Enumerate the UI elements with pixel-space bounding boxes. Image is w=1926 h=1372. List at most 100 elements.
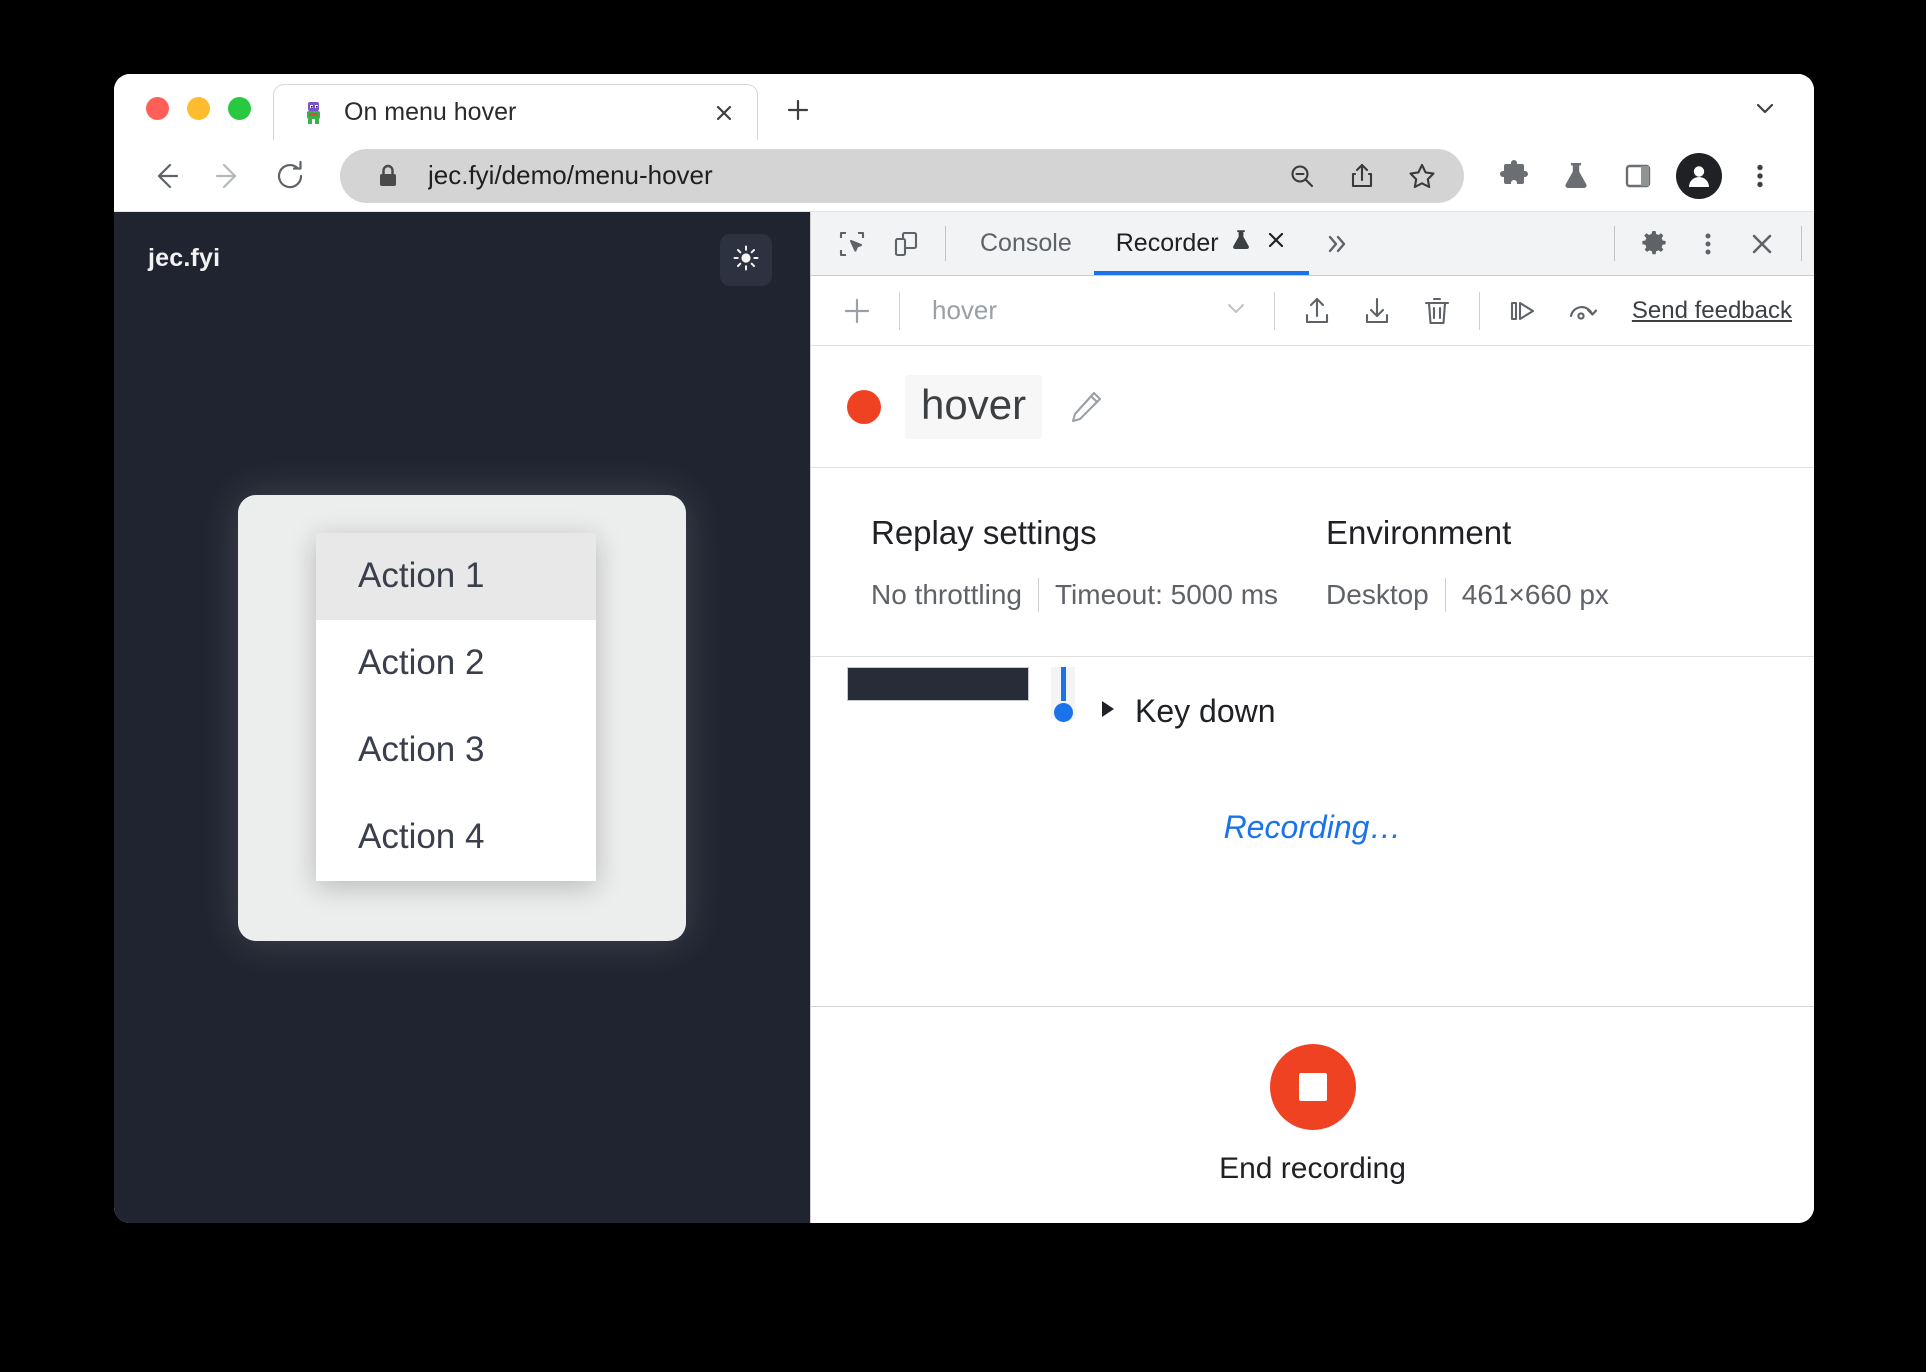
menu-item[interactable]: Action 1 bbox=[316, 532, 596, 620]
tab-title: On menu hover bbox=[344, 98, 517, 126]
devtools-tab-bar-actions bbox=[1602, 212, 1814, 275]
zoom-window-button[interactable] bbox=[228, 97, 251, 120]
inspect-cursor-icon[interactable] bbox=[825, 212, 879, 275]
chevron-double-right-icon[interactable] bbox=[1309, 212, 1363, 275]
caret-right-icon[interactable] bbox=[1099, 699, 1117, 725]
tab-close-button[interactable] bbox=[709, 98, 739, 128]
divider bbox=[1614, 226, 1615, 261]
hover-card[interactable]: Hover me! Action 1 Action 2 Action 3 Act… bbox=[238, 494, 686, 941]
step-label-row[interactable]: Key down bbox=[1099, 693, 1276, 730]
three-dot-menu-icon[interactable] bbox=[1732, 148, 1788, 204]
recording-select-label: hover bbox=[932, 295, 998, 325]
step-replay-icon[interactable] bbox=[1494, 294, 1550, 328]
menu-item-label: Action 4 bbox=[358, 817, 485, 856]
flask-icon[interactable] bbox=[1548, 148, 1604, 204]
tab-recorder[interactable]: Recorder bbox=[1093, 212, 1309, 275]
avatar[interactable] bbox=[1676, 152, 1722, 199]
flask-icon bbox=[1229, 228, 1253, 259]
new-tab-button[interactable] bbox=[772, 84, 824, 136]
page-content: Hover me! Action 1 Action 2 Action 3 Act… bbox=[114, 494, 810, 941]
device-value: Desktop bbox=[1326, 579, 1429, 610]
zoom-out-icon[interactable] bbox=[1282, 156, 1322, 196]
web-page: jec.fyi Hover me! Action 1 bbox=[114, 212, 810, 1223]
step-item[interactable]: Key down bbox=[1039, 667, 1276, 741]
download-icon[interactable] bbox=[1349, 294, 1405, 328]
timeout-value[interactable]: Timeout: 5000 ms bbox=[1055, 579, 1278, 611]
browser-window: On menu hover jec.fyi/demo/menu-hover je… bbox=[114, 74, 1814, 1223]
device-toolbar-icon[interactable] bbox=[879, 212, 933, 275]
pencil-icon[interactable] bbox=[1066, 387, 1106, 427]
window-controls bbox=[114, 97, 273, 140]
close-icon[interactable] bbox=[1735, 212, 1789, 275]
hover-menu: Action 1 Action 2 Action 3 Action 4 bbox=[316, 532, 596, 881]
dino-favicon bbox=[300, 100, 326, 126]
end-recording-label: End recording bbox=[1219, 1152, 1406, 1185]
divider bbox=[1478, 291, 1480, 330]
environment-section: Environment Desktop 461×660 px bbox=[1278, 514, 1609, 612]
step-title: Key down bbox=[1135, 693, 1276, 729]
replay-settings-heading: Replay settings bbox=[871, 514, 1097, 551]
recorder-steps: Key down Recording… bbox=[811, 657, 1814, 1007]
throttling-value[interactable]: No throttling bbox=[871, 579, 1022, 611]
divider bbox=[1037, 578, 1039, 612]
browser-tab[interactable]: On menu hover bbox=[273, 84, 758, 140]
divider bbox=[1444, 578, 1446, 612]
recorder-settings: Replay settings No throttling Timeout: 5… bbox=[811, 468, 1814, 657]
tab-close-button[interactable] bbox=[1265, 229, 1287, 258]
browser-toolbar: jec.fyi/demo/menu-hover bbox=[114, 140, 1814, 212]
menu-item[interactable]: Action 2 bbox=[316, 620, 596, 707]
three-dot-menu-icon[interactable] bbox=[1681, 212, 1735, 275]
viewport-split: jec.fyi Hover me! Action 1 bbox=[114, 212, 1814, 1223]
lock-icon bbox=[368, 156, 408, 196]
star-icon[interactable] bbox=[1402, 156, 1442, 196]
environment-heading: Environment bbox=[1326, 514, 1512, 551]
stop-square-icon bbox=[1298, 1073, 1327, 1101]
menu-item-label: Action 1 bbox=[358, 556, 485, 595]
back-arrow-icon[interactable] bbox=[138, 148, 194, 204]
plus-icon[interactable] bbox=[829, 294, 885, 328]
environment-values: Desktop 461×660 px bbox=[1326, 578, 1609, 612]
replay-speed-icon[interactable] bbox=[1554, 294, 1610, 328]
tab-label: Recorder bbox=[1115, 229, 1219, 257]
divider bbox=[1273, 291, 1275, 330]
divider bbox=[899, 291, 900, 330]
close-window-button[interactable] bbox=[146, 97, 169, 120]
recording-title-row: hover bbox=[811, 346, 1814, 468]
tab-console[interactable]: Console bbox=[958, 212, 1094, 275]
menu-item[interactable]: Action 3 bbox=[316, 707, 596, 794]
share-icon[interactable] bbox=[1342, 156, 1382, 196]
recording-status: Recording… bbox=[1223, 809, 1402, 845]
menu-item-label: Action 3 bbox=[358, 730, 485, 769]
step-timeline bbox=[1039, 667, 1087, 741]
reload-icon[interactable] bbox=[262, 148, 318, 204]
site-brand: jec.fyi bbox=[148, 244, 221, 272]
tab-search-button[interactable] bbox=[1750, 93, 1814, 140]
screenshot-thumbnail bbox=[847, 667, 1029, 701]
devtools-tab-bar: Console Recorder bbox=[811, 212, 1814, 276]
stop-recording-button[interactable] bbox=[1269, 1044, 1356, 1130]
theme-toggle-button[interactable] bbox=[720, 234, 772, 286]
upload-icon[interactable] bbox=[1289, 294, 1345, 328]
viewport-value: 461×660 px bbox=[1461, 579, 1609, 610]
menu-item[interactable]: Action 4 bbox=[316, 794, 596, 881]
puzzle-icon[interactable] bbox=[1486, 148, 1542, 204]
address-bar[interactable]: jec.fyi/demo/menu-hover bbox=[340, 148, 1464, 203]
chevron-down-icon bbox=[1222, 294, 1250, 327]
replay-settings-section: Replay settings No throttling Timeout: 5… bbox=[811, 514, 1278, 612]
sun-icon bbox=[732, 244, 760, 277]
devtools-panel: Console Recorder hover Send feedback hov… bbox=[810, 212, 1814, 1223]
minimize-window-button[interactable] bbox=[187, 97, 210, 120]
gear-icon[interactable] bbox=[1627, 212, 1681, 275]
recording-name[interactable]: hover bbox=[905, 374, 1043, 439]
tab-label: Console bbox=[980, 229, 1072, 257]
recording-select[interactable]: hover bbox=[914, 287, 1260, 335]
menu-item-label: Action 2 bbox=[358, 643, 485, 682]
send-feedback-link[interactable]: Send feedback bbox=[1632, 297, 1792, 325]
end-recording-section: End recording bbox=[811, 1007, 1814, 1223]
divider bbox=[1801, 226, 1802, 261]
trash-icon[interactable] bbox=[1409, 294, 1465, 328]
divider bbox=[945, 226, 946, 261]
forward-arrow-icon[interactable] bbox=[200, 148, 256, 204]
side-panel-icon[interactable] bbox=[1610, 148, 1666, 204]
url-text: jec.fyi/demo/menu-hover bbox=[428, 160, 713, 190]
